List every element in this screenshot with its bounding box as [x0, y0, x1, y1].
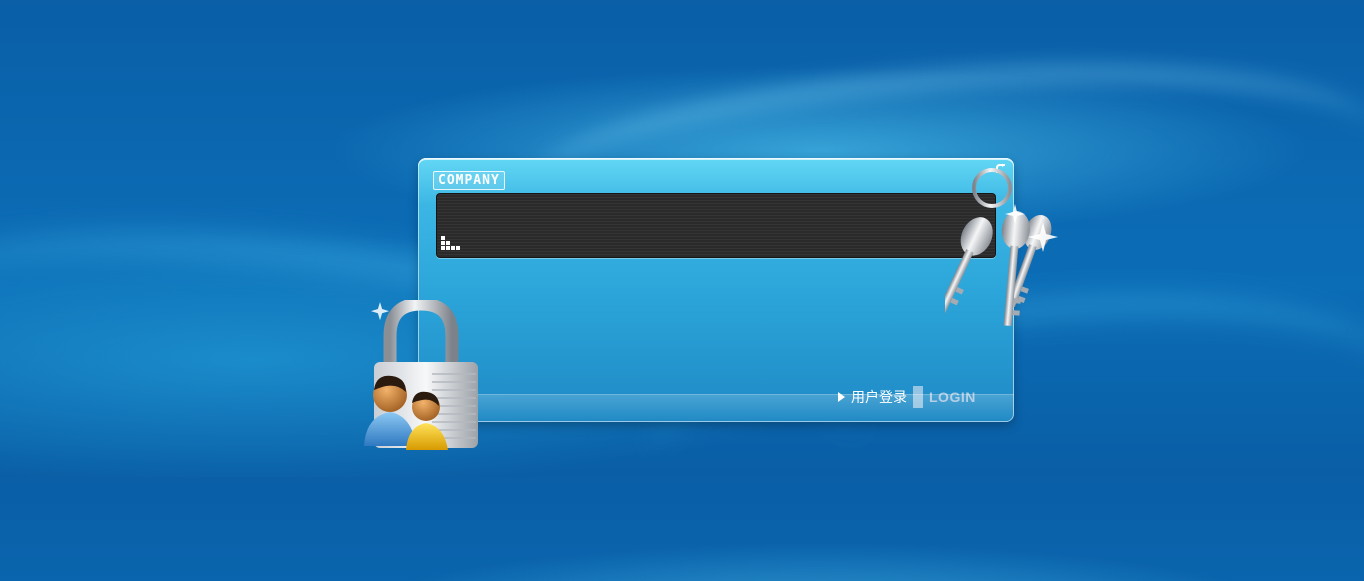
login-separator — [913, 386, 923, 408]
pixel-dots-icon — [441, 236, 461, 252]
user-login-label: 用户登录 — [851, 389, 907, 405]
user-login-button[interactable]: 用户登录 — [838, 387, 907, 407]
login-row: 用户登录 LOGIN — [838, 386, 976, 408]
login-english-label[interactable]: LOGIN — [929, 389, 976, 405]
keys-icon — [945, 168, 1058, 327]
company-logo: COMPANY — [433, 171, 505, 190]
login-panel: COMPANY 用户登录 LOGIN — [418, 158, 1014, 422]
padlock-with-users-icon — [364, 300, 478, 450]
display-screen — [436, 193, 996, 258]
login-page: { "panel": { "brand": "COMPANY", "login"… — [0, 0, 1364, 581]
play-arrow-icon — [838, 392, 845, 402]
